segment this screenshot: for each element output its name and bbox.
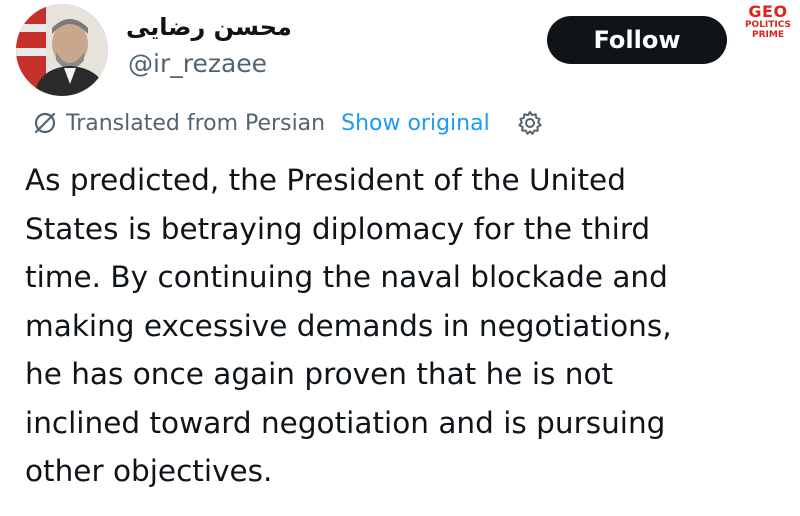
watermark-line2: PRIME <box>752 30 784 40</box>
gear-icon[interactable] <box>516 109 544 137</box>
avatar-image <box>16 4 108 96</box>
tweet-line: As predicted, the President of the Unite… <box>25 163 626 197</box>
translation-bar: Translated from Persian Show original <box>32 108 544 138</box>
show-original-link[interactable]: Show original <box>341 111 490 136</box>
watermark-logo: GEO POLITICS PRIME <box>738 4 798 40</box>
handle[interactable]: @ir_rezaee <box>128 48 267 80</box>
tweet-line: he has once again proven that he is not <box>25 357 614 391</box>
tweet-line: other objectives. <box>25 454 273 488</box>
watermark-main: GEO <box>748 2 788 21</box>
tweet-line: inclined toward negotiation and is pursu… <box>25 405 666 440</box>
tweet-text: As predicted, the President of the Unite… <box>25 156 785 496</box>
translate-icon <box>32 110 58 136</box>
follow-button[interactable]: Follow <box>547 16 727 64</box>
tweet-line: making excessive demands in negotiations… <box>25 308 672 343</box>
tweet-line: States is betraying diplomacy for the th… <box>25 211 651 246</box>
translated-label: Translated from Persian <box>66 110 326 136</box>
tweet-line: time. By continuing the naval blockade a… <box>25 260 668 294</box>
watermark-line1: POLITICS <box>744 20 792 30</box>
display-name[interactable]: محسن رضایی <box>126 12 292 42</box>
avatar[interactable] <box>16 4 108 96</box>
